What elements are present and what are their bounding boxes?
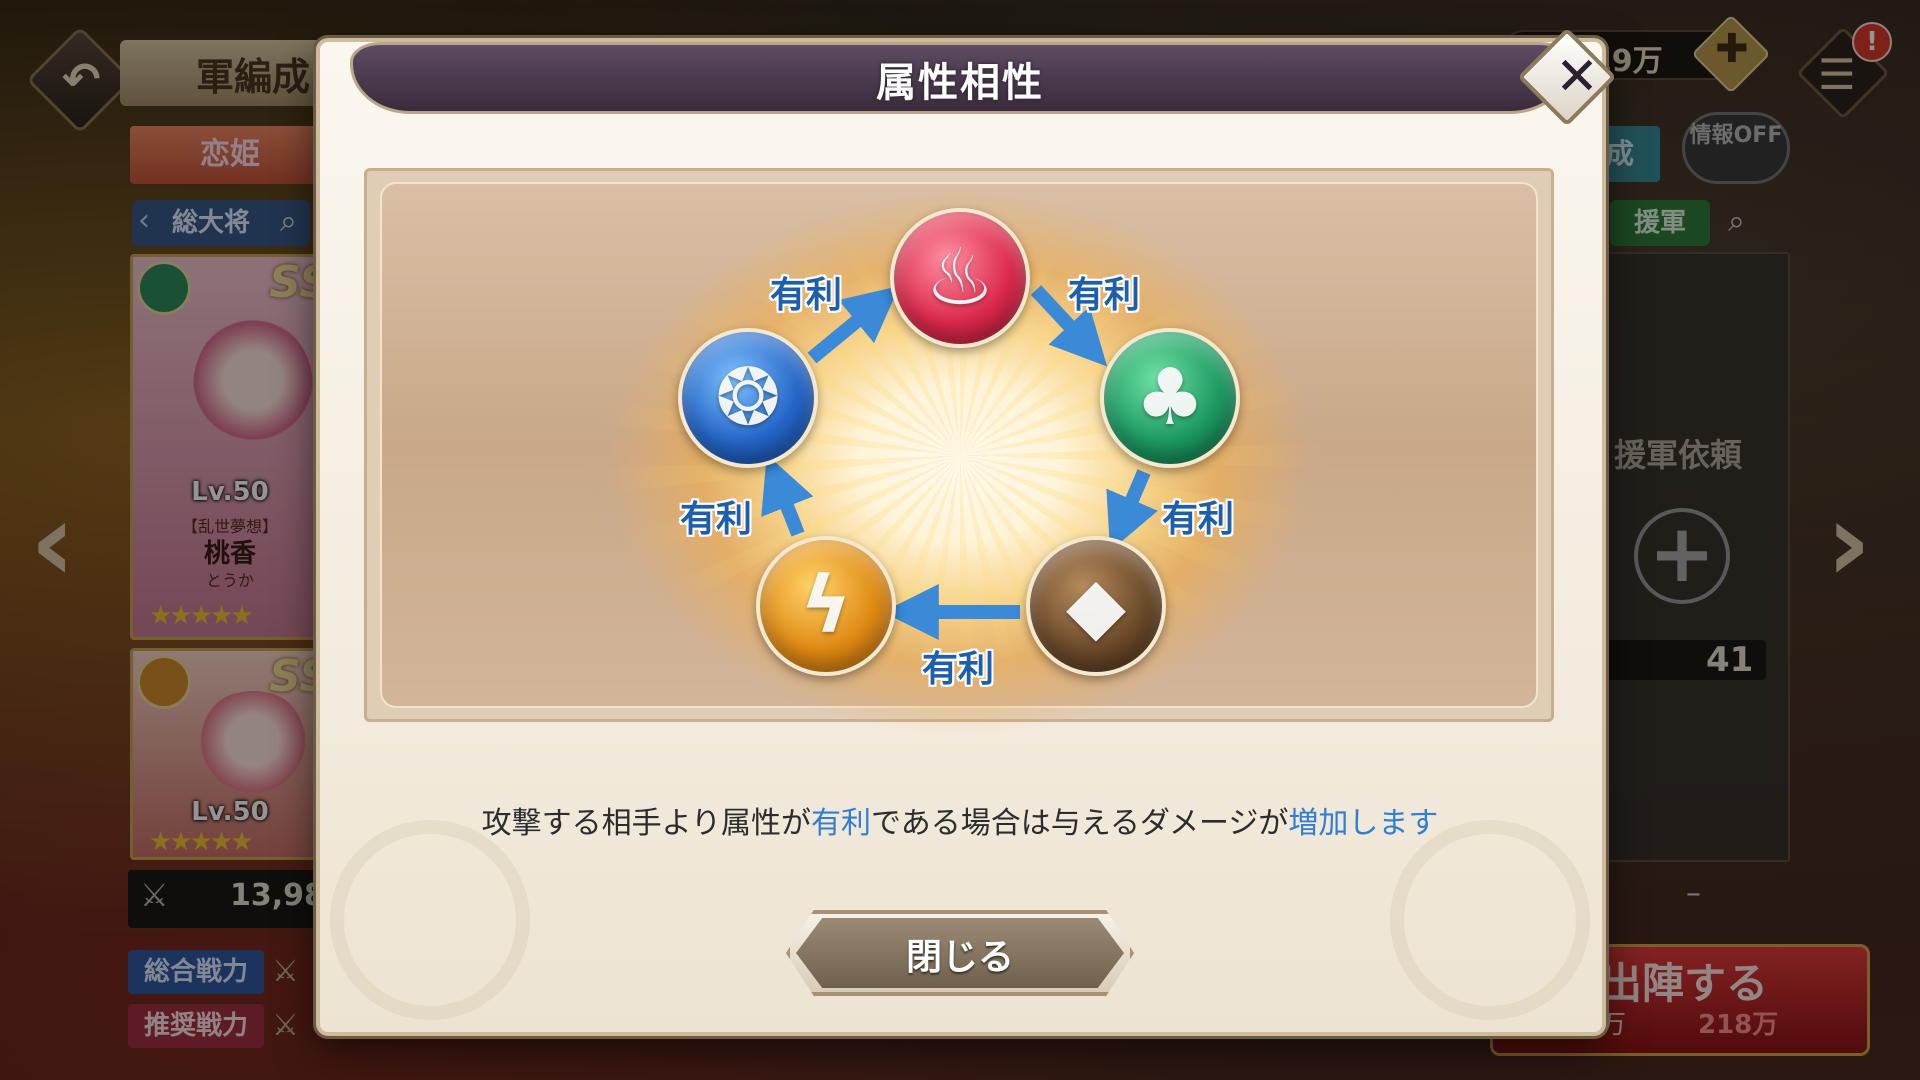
close-dialog-label[interactable]: 閉じる bbox=[786, 928, 1134, 980]
description-text: 攻撃する相手より属性が有利である場合は与えるダメージが増加します bbox=[360, 798, 1560, 842]
advantage-label: 有利 bbox=[770, 275, 843, 316]
ornament bbox=[330, 820, 530, 1020]
earth-glyph: ◆ bbox=[1066, 561, 1126, 651]
flame-glyph: ♨ bbox=[925, 233, 995, 323]
description-highlight: 有利 bbox=[811, 806, 872, 841]
description-highlight: 増加します bbox=[1288, 806, 1439, 841]
close-icon[interactable]: ✕ bbox=[1542, 42, 1612, 112]
ornament bbox=[1390, 820, 1590, 1020]
advantage-label: 有利 bbox=[680, 499, 753, 540]
advantage-label: 有利 bbox=[1162, 499, 1235, 540]
description-part: 攻撃する相手より属性が bbox=[481, 806, 812, 841]
advantage-label: 有利 bbox=[922, 649, 995, 690]
tree-glyph: ♣ bbox=[1135, 353, 1205, 443]
lightning-glyph: ϟ bbox=[800, 561, 852, 651]
description-part: である場合は与えるダメージが bbox=[871, 806, 1289, 841]
advantage-label: 有利 bbox=[1068, 275, 1141, 316]
water-glyph: ❂ bbox=[715, 353, 781, 443]
dialog-title: 属性相性 bbox=[876, 60, 1044, 106]
